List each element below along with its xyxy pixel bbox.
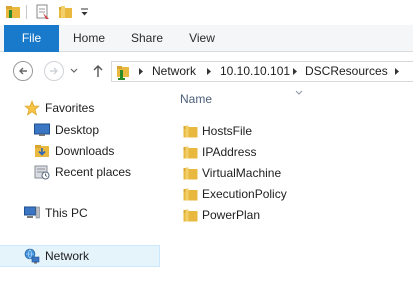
folder-icon <box>183 167 198 180</box>
toolbar-separator <box>26 5 27 19</box>
breadcrumb-dscresources[interactable]: DSCResources <box>305 62 388 81</box>
navigation-bar: Network 10.10.10.101 DSCResources <box>0 52 413 90</box>
folder-icon <box>183 125 198 138</box>
tab-file[interactable]: File <box>4 25 59 52</box>
recent-places-icon <box>34 164 50 180</box>
breadcrumb-separator-icon[interactable] <box>393 67 401 76</box>
folder-name: PowerPlan <box>202 208 261 222</box>
tab-home[interactable]: Home <box>69 25 109 52</box>
folder-icon <box>183 188 198 201</box>
breadcrumb-network[interactable]: Network <box>152 62 196 81</box>
desktop-icon <box>34 123 50 137</box>
star-icon <box>24 100 40 116</box>
ribbon-tabs: File Home Share View <box>0 25 413 52</box>
nav-item-label: Recent places <box>55 165 132 179</box>
navigation-pane: Favorites Desktop Downloads Recent place… <box>0 90 165 288</box>
network-location-icon <box>115 63 131 80</box>
nav-this-pc-label: This PC <box>45 206 88 220</box>
folder-icon <box>183 209 198 222</box>
chevron-down-icon <box>70 68 78 73</box>
breadcrumb-host[interactable]: 10.10.10.101 <box>220 62 290 81</box>
nav-item-label: Downloads <box>55 144 115 158</box>
nav-network-label: Network <box>45 249 90 263</box>
folder-name: HostsFile <box>202 124 253 138</box>
tab-view[interactable]: View <box>183 25 221 52</box>
forward-arrow-icon <box>50 67 58 75</box>
properties-icon[interactable] <box>35 3 51 21</box>
folder-app-icon[interactable] <box>5 3 21 21</box>
network-icon <box>24 248 40 264</box>
folder-name: ExecutionPolicy <box>202 187 287 201</box>
sort-arrow-icon <box>295 90 303 95</box>
computer-icon <box>24 206 40 221</box>
up-button[interactable] <box>92 64 104 78</box>
customize-toolbar-icon[interactable] <box>80 3 89 21</box>
tab-share[interactable]: Share <box>126 25 168 52</box>
file-list: Name HostsFile IPAddress VirtualMachine … <box>165 90 413 288</box>
nav-item-label: Desktop <box>55 123 100 137</box>
address-bar[interactable]: Network 10.10.10.101 DSCResources <box>111 61 413 82</box>
back-arrow-icon <box>19 67 27 75</box>
title-bar <box>0 0 413 25</box>
up-arrow-icon <box>93 65 103 77</box>
back-button[interactable] <box>13 61 33 81</box>
breadcrumb-separator-icon[interactable] <box>137 67 145 76</box>
forward-button[interactable] <box>44 61 64 81</box>
folder-name: VirtualMachine <box>202 166 282 180</box>
folder-icon <box>183 146 198 159</box>
breadcrumb-separator-icon[interactable] <box>205 67 213 76</box>
column-header-name[interactable]: Name <box>180 92 212 106</box>
breadcrumb-separator-icon[interactable] <box>291 67 299 76</box>
new-folder-icon[interactable] <box>58 3 74 21</box>
downloads-icon <box>34 143 50 159</box>
recent-locations-button[interactable] <box>70 68 78 74</box>
nav-favorites-label: Favorites <box>45 101 95 115</box>
folder-name: IPAddress <box>202 145 257 159</box>
